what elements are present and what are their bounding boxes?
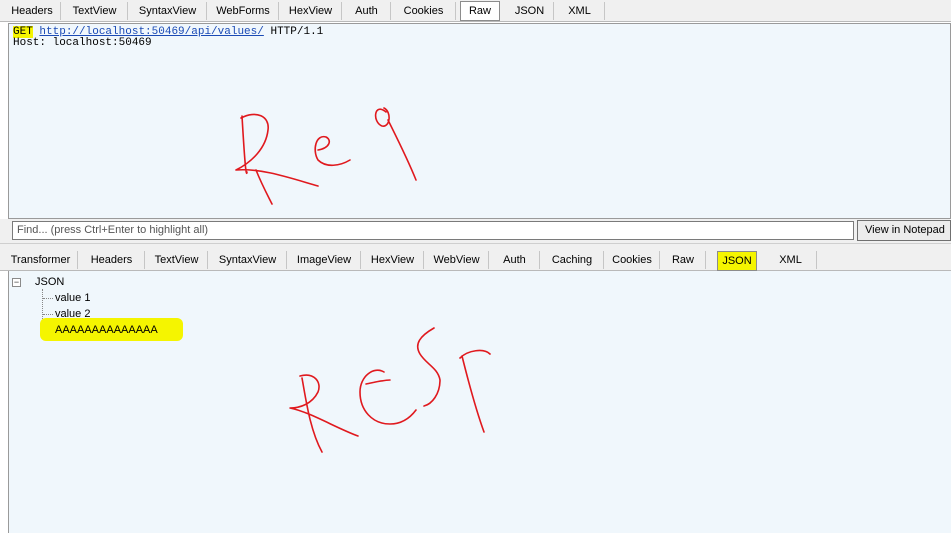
tab-request-hexview[interactable]: HexView xyxy=(280,2,342,20)
tab-response-xml[interactable]: XML xyxy=(765,251,817,269)
request-protocol: HTTP/1.1 xyxy=(270,26,324,38)
tab-response-auth[interactable]: Auth xyxy=(490,251,540,269)
host-header-line: Host: localhost:50469 xyxy=(13,37,152,49)
tab-request-raw[interactable]: Raw xyxy=(460,1,500,21)
tab-response-transformer[interactable]: Transformer xyxy=(4,251,78,269)
tab-response-cookies[interactable]: Cookies xyxy=(605,251,660,269)
tab-response-hexview[interactable]: HexView xyxy=(362,251,424,269)
tab-response-webview[interactable]: WebView xyxy=(425,251,489,269)
tab-request-cookies[interactable]: Cookies xyxy=(392,2,456,20)
tab-response-json[interactable]: JSON xyxy=(717,251,757,271)
json-root-node[interactable]: JSON xyxy=(35,275,64,289)
tab-response-imageview[interactable]: ImageView xyxy=(288,251,361,269)
tab-response-textview[interactable]: TextView xyxy=(146,251,208,269)
collapse-toggle-icon[interactable]: − xyxy=(12,278,21,287)
tab-request-xml[interactable]: XML xyxy=(555,2,605,20)
request-line: GET http://localhost:50469/api/values/ H… xyxy=(13,26,950,38)
tab-request-webforms[interactable]: WebForms xyxy=(208,2,279,20)
json-tree-pane[interactable] xyxy=(8,271,951,533)
raw-request-pane[interactable]: GET http://localhost:50469/api/values/ H… xyxy=(8,23,951,219)
tab-request-textview[interactable]: TextView xyxy=(62,2,128,20)
request-tab-bar: Headers TextView SyntaxView WebForms Hex… xyxy=(0,0,951,22)
tab-request-auth[interactable]: Auth xyxy=(343,2,391,20)
tab-response-raw[interactable]: Raw xyxy=(661,251,706,269)
json-item-node[interactable]: AAAAAAAAAAAAAA xyxy=(55,323,158,337)
response-tab-bar: Transformer Headers TextView SyntaxView … xyxy=(0,248,951,271)
find-input[interactable]: Find... (press Ctrl+Enter to highlight a… xyxy=(12,221,854,240)
tab-request-syntaxview[interactable]: SyntaxView xyxy=(129,2,207,20)
view-in-notepad-button[interactable]: View in Notepad xyxy=(857,220,951,241)
json-item-node[interactable]: value 2 xyxy=(55,307,90,321)
tab-request-json[interactable]: JSON xyxy=(506,2,554,20)
json-item-node[interactable]: value 1 xyxy=(55,291,90,305)
tree-connector xyxy=(43,298,53,299)
tab-response-headers[interactable]: Headers xyxy=(79,251,145,269)
tab-response-caching[interactable]: Caching xyxy=(541,251,604,269)
tab-request-headers[interactable]: Headers xyxy=(4,2,61,20)
find-bar: Find... (press Ctrl+Enter to highlight a… xyxy=(0,219,951,243)
tree-connector xyxy=(43,314,53,315)
tab-response-syntaxview[interactable]: SyntaxView xyxy=(209,251,287,269)
